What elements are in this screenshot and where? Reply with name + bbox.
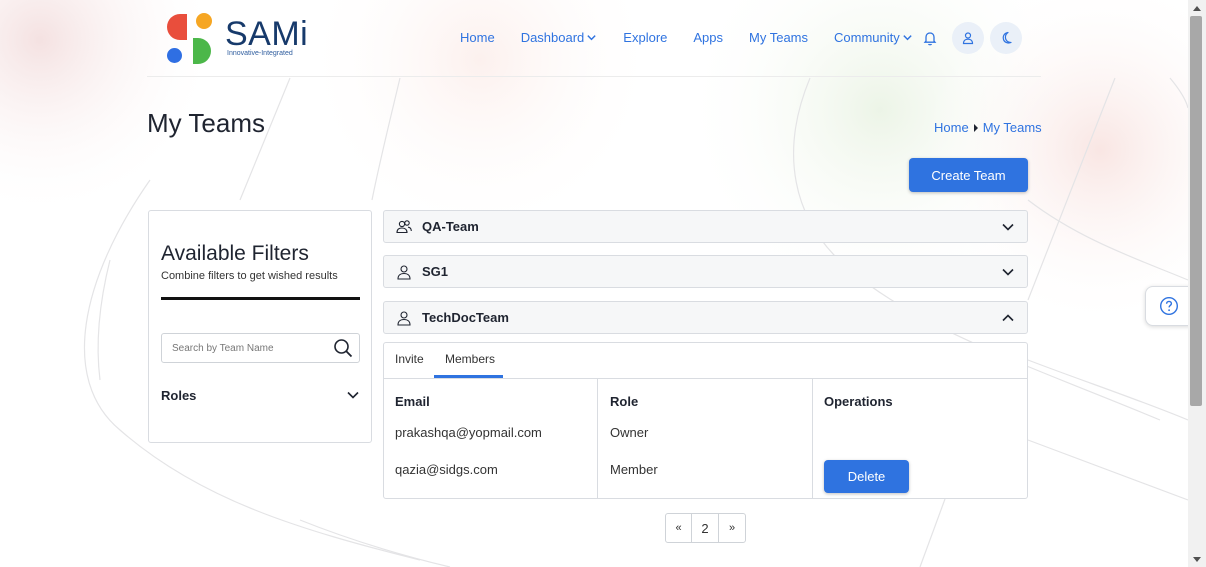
pagination-next[interactable]: »	[719, 514, 745, 542]
logo-mark-icon	[167, 12, 213, 66]
team-accordion-sg1[interactable]: SG1	[383, 255, 1028, 288]
user-icon	[397, 311, 411, 326]
nav-apps[interactable]: Apps	[693, 30, 723, 45]
brand-name: SAMi	[225, 15, 309, 53]
pagination: « 2 »	[665, 513, 746, 543]
chevron-down-icon	[903, 35, 912, 41]
active-tab-indicator	[434, 375, 503, 378]
breadcrumb-home[interactable]: Home	[934, 120, 969, 135]
bell-icon	[923, 32, 937, 46]
tab-members[interactable]: Members	[445, 352, 495, 366]
team-name: QA-Team	[422, 219, 479, 234]
column-header-email: Email	[395, 394, 430, 409]
user-icon	[397, 265, 411, 280]
pagination-prev[interactable]: «	[666, 514, 692, 542]
nav-community[interactable]: Community	[834, 30, 913, 45]
chevron-down-icon	[587, 35, 596, 41]
chevron-up-icon	[1002, 314, 1014, 322]
header-actions	[914, 22, 1022, 54]
member-role: Owner	[610, 425, 649, 440]
team-search-input[interactable]	[163, 335, 328, 361]
pagination-current-page[interactable]: 2	[692, 514, 719, 542]
nav-dashboard[interactable]: Dashboard	[521, 30, 598, 45]
page: SAMi Innovative-Integrated Home Dashboar…	[0, 0, 1188, 567]
help-icon	[1159, 296, 1178, 316]
nav-home-label: Home	[460, 30, 495, 45]
nav-dashboard-label: Dashboard	[520, 30, 585, 45]
team-name: SG1	[422, 264, 449, 279]
filters-divider	[161, 297, 360, 300]
users-icon	[396, 220, 412, 234]
brand-logo[interactable]: SAMi Innovative-Integrated	[167, 12, 317, 66]
team-tabs: Invite Members	[384, 343, 1027, 379]
page-title: My Teams	[147, 108, 265, 138]
notifications-button[interactable]	[914, 22, 946, 54]
nav-apps-label: Apps	[693, 30, 724, 45]
profile-button[interactable]	[952, 22, 984, 54]
theme-toggle-button[interactable]	[990, 22, 1022, 54]
breadcrumb: Home My Teams	[934, 120, 1042, 135]
breadcrumb-my-teams[interactable]: My Teams	[983, 120, 1042, 135]
column-header-role: Role	[610, 394, 639, 409]
roles-filter-toggle[interactable]: Roles	[161, 385, 360, 405]
breadcrumb-separator-icon	[973, 123, 978, 132]
help-button[interactable]	[1145, 286, 1191, 326]
delete-member-button[interactable]: Delete	[824, 460, 909, 493]
nav-community-label: Community	[834, 30, 900, 45]
scrollbar-thumb[interactable]	[1190, 16, 1202, 406]
nav-explore-label: Explore	[623, 30, 668, 45]
chevron-down-icon	[1002, 223, 1014, 231]
user-icon	[962, 32, 974, 45]
top-header: SAMi Innovative-Integrated Home Dashboar…	[147, 0, 1041, 77]
column-divider	[812, 379, 813, 498]
member-role: Member	[610, 462, 658, 477]
main-nav: Home Dashboard Explore Apps My Teams Com…	[460, 30, 913, 45]
chevron-down-icon	[1002, 268, 1014, 276]
chevron-down-icon	[347, 391, 359, 399]
page-scrollbar[interactable]	[1188, 0, 1206, 567]
team-accordion-techdocteam[interactable]: TechDocTeam	[383, 301, 1028, 334]
nav-my-teams[interactable]: My Teams	[749, 30, 808, 45]
filters-title: Available Filters	[161, 242, 309, 265]
search-icon[interactable]	[333, 338, 353, 358]
nav-my-teams-label: My Teams	[749, 30, 809, 45]
nav-explore[interactable]: Explore	[623, 30, 667, 45]
filters-subtitle: Combine filters to get wished results	[161, 270, 338, 282]
member-email: prakashqa@yopmail.com	[395, 425, 542, 440]
roles-filter-label: Roles	[161, 387, 197, 403]
member-email: qazia@sidgs.com	[395, 462, 498, 477]
moon-icon	[1002, 31, 1012, 44]
brand-tagline: Innovative-Integrated	[227, 50, 293, 57]
team-name: TechDocTeam	[422, 310, 509, 325]
tab-invite[interactable]: Invite	[395, 352, 424, 366]
column-header-operations: Operations	[824, 394, 893, 409]
nav-home[interactable]: Home	[460, 30, 495, 45]
scroll-down-arrow-icon[interactable]	[1193, 557, 1201, 562]
team-search	[161, 333, 360, 363]
team-accordion-qa-team[interactable]: QA-Team	[383, 210, 1028, 243]
scroll-up-arrow-icon[interactable]	[1193, 6, 1201, 11]
create-team-button[interactable]: Create Team	[909, 158, 1028, 192]
column-divider	[597, 379, 598, 498]
team-members-panel: Invite Members Email Role Operations pra…	[383, 342, 1028, 499]
filters-panel: Available Filters Combine filters to get…	[148, 210, 372, 443]
